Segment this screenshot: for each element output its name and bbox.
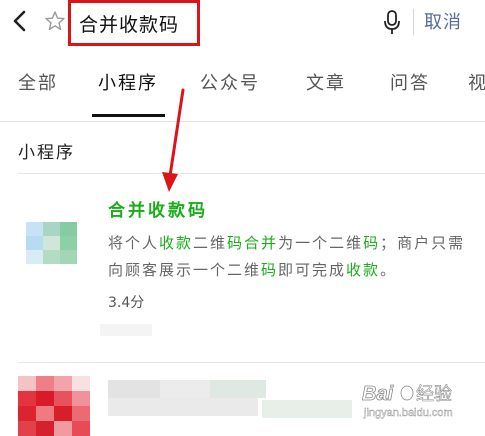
mini-program-result[interactable]: 合并收款码 将个人收款二维码合并为一个二维码；商户只需向顾客展示一个二维码即可完… bbox=[0, 174, 485, 362]
section-title: 小程序 bbox=[18, 143, 75, 163]
search-tabs: 全部 小程序 公众号 文章 问答 视 bbox=[0, 50, 485, 122]
cancel-button[interactable]: 取消 bbox=[424, 8, 462, 34]
search-header: 取消 bbox=[0, 0, 485, 50]
baidu-paw-icon: Bai 经验 jingyan.baidu.com bbox=[362, 383, 453, 420]
tab-qa[interactable]: 问答 bbox=[390, 69, 430, 95]
chevron-left-icon bbox=[13, 10, 26, 32]
svg-text:jingyan.baidu.com: jingyan.baidu.com bbox=[363, 407, 453, 419]
voice-input-button[interactable] bbox=[382, 8, 402, 36]
active-tab-indicator bbox=[92, 114, 165, 117]
search-box bbox=[68, 0, 200, 46]
search-input[interactable] bbox=[79, 8, 197, 38]
tabs-divider bbox=[0, 121, 485, 122]
blurred-title bbox=[108, 398, 258, 416]
desc-text: 将个人 bbox=[108, 234, 160, 252]
desc-keyword: 收款 bbox=[346, 261, 381, 279]
microphone-icon bbox=[384, 10, 400, 34]
mini-program-icon bbox=[26, 222, 78, 264]
tab-all[interactable]: 全部 bbox=[18, 69, 58, 95]
result-description: 将个人收款二维码合并为一个二维码；商户只需向顾客展示一个二维码即可完成收款。 bbox=[108, 230, 468, 284]
tab-video[interactable]: 视 bbox=[468, 69, 485, 95]
svg-text:Bai: Bai bbox=[362, 383, 394, 405]
desc-keyword: 码合并 bbox=[227, 234, 279, 252]
result-title[interactable]: 合并收款码 bbox=[108, 196, 208, 221]
header-divider bbox=[413, 9, 414, 35]
result-divider bbox=[18, 362, 485, 363]
favorite-button[interactable] bbox=[44, 10, 66, 32]
blurred-developer-info bbox=[100, 324, 152, 336]
blurred-title bbox=[262, 400, 352, 418]
desc-text: 即可完成 bbox=[278, 261, 347, 279]
result-rating: 3.4分 bbox=[108, 295, 145, 311]
blurred-result-icon bbox=[18, 376, 90, 436]
desc-keyword: 收款 bbox=[159, 234, 194, 252]
tab-mini-program[interactable]: 小程序 bbox=[98, 69, 158, 95]
star-icon bbox=[45, 11, 65, 31]
desc-text: 二维 bbox=[193, 234, 228, 252]
blurred-title bbox=[108, 380, 160, 398]
tab-official-account[interactable]: 公众号 bbox=[200, 69, 260, 95]
back-button[interactable] bbox=[8, 7, 36, 35]
tab-articles[interactable]: 文章 bbox=[306, 69, 346, 95]
svg-text:经验: 经验 bbox=[416, 384, 452, 405]
desc-text: 为一个二维 bbox=[278, 234, 364, 252]
baidu-jingyan-watermark: Bai 经验 jingyan.baidu.com bbox=[362, 380, 480, 422]
blurred-title bbox=[210, 380, 266, 398]
desc-keyword: 码 bbox=[363, 234, 381, 252]
blurred-title bbox=[160, 380, 210, 398]
desc-keyword: 码 bbox=[261, 261, 279, 279]
desc-text: 。 bbox=[380, 261, 398, 279]
